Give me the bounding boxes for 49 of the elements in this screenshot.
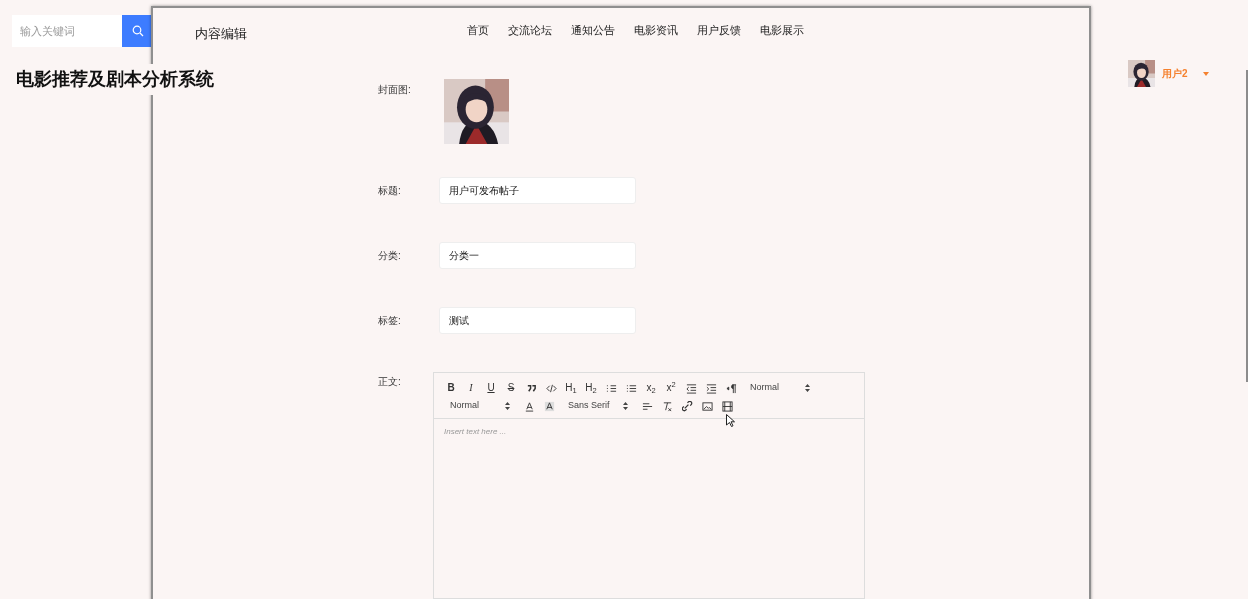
updown-icon [805, 384, 810, 392]
code-icon[interactable] [545, 382, 557, 394]
format-button[interactable]: B [444, 381, 458, 395]
indent-icon[interactable] [705, 382, 717, 394]
image-icon[interactable] [701, 400, 713, 412]
link-icon[interactable] [681, 400, 693, 412]
panel-title: 内容编辑 [195, 25, 247, 43]
scrollbar-thumb[interactable] [1246, 70, 1248, 382]
nav-link[interactable]: 电影展示 [760, 22, 804, 39]
search-field[interactable]: 输入关键词 [12, 15, 122, 47]
format-select[interactable]: Normal [450, 399, 510, 413]
cursor-icon [726, 414, 735, 427]
quote-icon[interactable] [525, 382, 537, 394]
format-button[interactable]: x$^{2}$ [664, 381, 678, 395]
search-icon [131, 25, 144, 37]
rtl-icon[interactable] [725, 382, 737, 394]
search-button[interactable] [122, 15, 153, 47]
format-button[interactable]: I [464, 381, 478, 395]
outdent-icon[interactable] [685, 382, 697, 394]
text-field[interactable]: 测试 [439, 307, 636, 334]
nav-link[interactable]: 交流论坛 [508, 22, 552, 39]
clean-icon[interactable] [661, 400, 673, 412]
nav-link[interactable]: 通知公告 [571, 22, 615, 39]
format-select[interactable]: Sans Serif [568, 399, 628, 413]
text-field[interactable]: 用户可发布帖子 [439, 177, 636, 204]
format-select[interactable]: Normal [750, 381, 810, 395]
text-field[interactable]: 分类一 [439, 242, 636, 269]
field-label: 标签: [378, 314, 402, 328]
format-button[interactable]: H$_{1}$ [564, 381, 578, 395]
ul-icon[interactable] [625, 382, 637, 394]
updown-icon [623, 402, 628, 410]
format-button[interactable]: S [504, 381, 518, 395]
format-button[interactable]: U [484, 381, 498, 395]
format-button[interactable]: H$_{2}$ [584, 381, 598, 395]
nav-link[interactable]: 电影资讯 [634, 22, 678, 39]
nav-link[interactable]: 首页 [467, 22, 489, 39]
format-button[interactable]: x$_{2}$ [644, 381, 658, 395]
field-label: 正文: [378, 375, 402, 389]
field-label: 分类: [378, 249, 402, 263]
ol-icon[interactable] [605, 382, 617, 394]
field-label: 标题: [378, 184, 402, 198]
field-label: 封面图: [378, 83, 412, 97]
color-icon[interactable] [523, 400, 535, 412]
align-icon[interactable] [641, 400, 653, 412]
updown-icon [505, 402, 510, 410]
background-icon[interactable] [543, 400, 555, 412]
nav-link[interactable]: 用户反馈 [697, 22, 741, 39]
video-icon[interactable] [721, 400, 733, 412]
editor-area[interactable]: Insert text here ... [433, 419, 865, 599]
